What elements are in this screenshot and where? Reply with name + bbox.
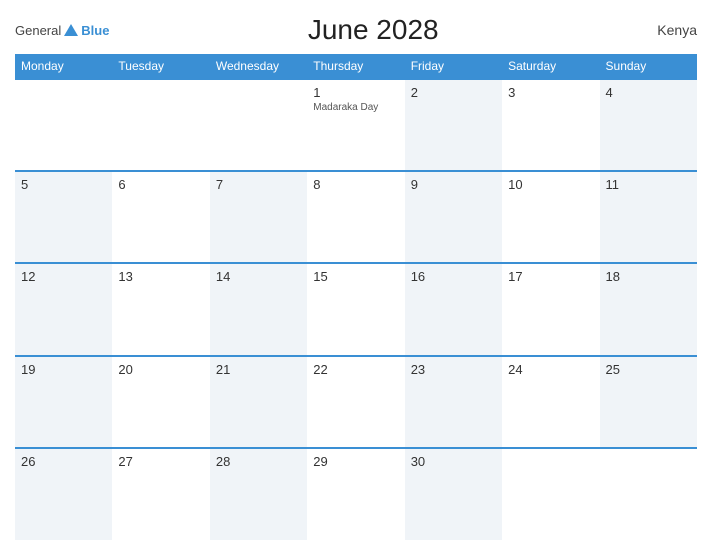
logo-general-text: General xyxy=(15,23,61,38)
calendar-week-row: 1 Madaraka Day 234 xyxy=(15,79,697,171)
day-number: 28 xyxy=(216,454,301,469)
calendar-cell: 11 xyxy=(600,171,697,263)
calendar-cell: 21 xyxy=(210,356,307,448)
calendar-cell: 22 xyxy=(307,356,404,448)
calendar-cell xyxy=(112,79,209,171)
calendar-cell: 10 xyxy=(502,171,599,263)
calendar-cell: 1 Madaraka Day xyxy=(307,79,404,171)
day-number: 17 xyxy=(508,269,593,284)
weekday-header-tuesday: Tuesday xyxy=(112,54,209,79)
calendar-header: General Blue June 2028 Kenya xyxy=(15,10,697,54)
day-number: 19 xyxy=(21,362,106,377)
day-number: 25 xyxy=(606,362,691,377)
calendar-table: MondayTuesdayWednesdayThursdayFridaySatu… xyxy=(15,54,697,540)
weekday-header-friday: Friday xyxy=(405,54,502,79)
calendar-cell: 3 xyxy=(502,79,599,171)
day-number: 22 xyxy=(313,362,398,377)
day-number: 13 xyxy=(118,269,203,284)
day-number: 2 xyxy=(411,85,496,100)
calendar-cell: 16 xyxy=(405,263,502,355)
weekday-header-saturday: Saturday xyxy=(502,54,599,79)
day-number: 16 xyxy=(411,269,496,284)
day-number: 11 xyxy=(606,177,691,192)
calendar-cell: 2 xyxy=(405,79,502,171)
calendar-cell: 12 xyxy=(15,263,112,355)
day-number: 12 xyxy=(21,269,106,284)
calendar-cell: 30 xyxy=(405,448,502,540)
weekday-header-thursday: Thursday xyxy=(307,54,404,79)
calendar-cell: 20 xyxy=(112,356,209,448)
day-number: 24 xyxy=(508,362,593,377)
day-number: 15 xyxy=(313,269,398,284)
calendar-cell: 18 xyxy=(600,263,697,355)
calendar-cell: 28 xyxy=(210,448,307,540)
calendar-cell: 5 xyxy=(15,171,112,263)
calendar-cell: 4 xyxy=(600,79,697,171)
weekday-header-row: MondayTuesdayWednesdayThursdayFridaySatu… xyxy=(15,54,697,79)
day-number: 21 xyxy=(216,362,301,377)
weekday-header-sunday: Sunday xyxy=(600,54,697,79)
calendar-cell: 17 xyxy=(502,263,599,355)
calendar-week-row: 19 20 21 22 23 24 25 xyxy=(15,356,697,448)
day-number: 10 xyxy=(508,177,593,192)
calendar-cell: 29 xyxy=(307,448,404,540)
day-number: 14 xyxy=(216,269,301,284)
calendar-cell: 14 xyxy=(210,263,307,355)
logo: General Blue xyxy=(15,23,109,38)
day-number: 5 xyxy=(21,177,106,192)
calendar-week-row: 56789 10 11 xyxy=(15,171,697,263)
holiday-name: Madaraka Day xyxy=(313,102,398,113)
day-number: 26 xyxy=(21,454,106,469)
calendar-cell: 9 xyxy=(405,171,502,263)
day-number: 29 xyxy=(313,454,398,469)
day-number: 18 xyxy=(606,269,691,284)
day-number: 27 xyxy=(118,454,203,469)
calendar-title: June 2028 xyxy=(109,14,637,46)
calendar-cell: 15 xyxy=(307,263,404,355)
day-number: 1 xyxy=(313,85,398,100)
day-number: 9 xyxy=(411,177,496,192)
calendar-cell: 27 xyxy=(112,448,209,540)
calendar-cell: 7 xyxy=(210,171,307,263)
calendar-cell: 23 xyxy=(405,356,502,448)
calendar-week-row: 26 27 28 29 30 xyxy=(15,448,697,540)
calendar-cell: 6 xyxy=(112,171,209,263)
weekday-header-monday: Monday xyxy=(15,54,112,79)
logo-blue-text: Blue xyxy=(81,23,109,38)
calendar-cell xyxy=(502,448,599,540)
calendar-cell: 8 xyxy=(307,171,404,263)
calendar-cell: 19 xyxy=(15,356,112,448)
day-number: 3 xyxy=(508,85,593,100)
calendar-cell: 13 xyxy=(112,263,209,355)
calendar-cell: 25 xyxy=(600,356,697,448)
day-number: 30 xyxy=(411,454,496,469)
day-number: 8 xyxy=(313,177,398,192)
calendar-cell xyxy=(600,448,697,540)
day-number: 23 xyxy=(411,362,496,377)
calendar-cell xyxy=(210,79,307,171)
day-number: 4 xyxy=(606,85,691,100)
logo-triangle-icon xyxy=(64,24,78,36)
day-number: 6 xyxy=(118,177,203,192)
calendar-cell xyxy=(15,79,112,171)
calendar-cell: 26 xyxy=(15,448,112,540)
calendar-cell: 24 xyxy=(502,356,599,448)
weekday-header-wednesday: Wednesday xyxy=(210,54,307,79)
calendar-week-row: 12 13 14 15 16 17 18 xyxy=(15,263,697,355)
country-label: Kenya xyxy=(637,22,697,38)
day-number: 20 xyxy=(118,362,203,377)
day-number: 7 xyxy=(216,177,301,192)
